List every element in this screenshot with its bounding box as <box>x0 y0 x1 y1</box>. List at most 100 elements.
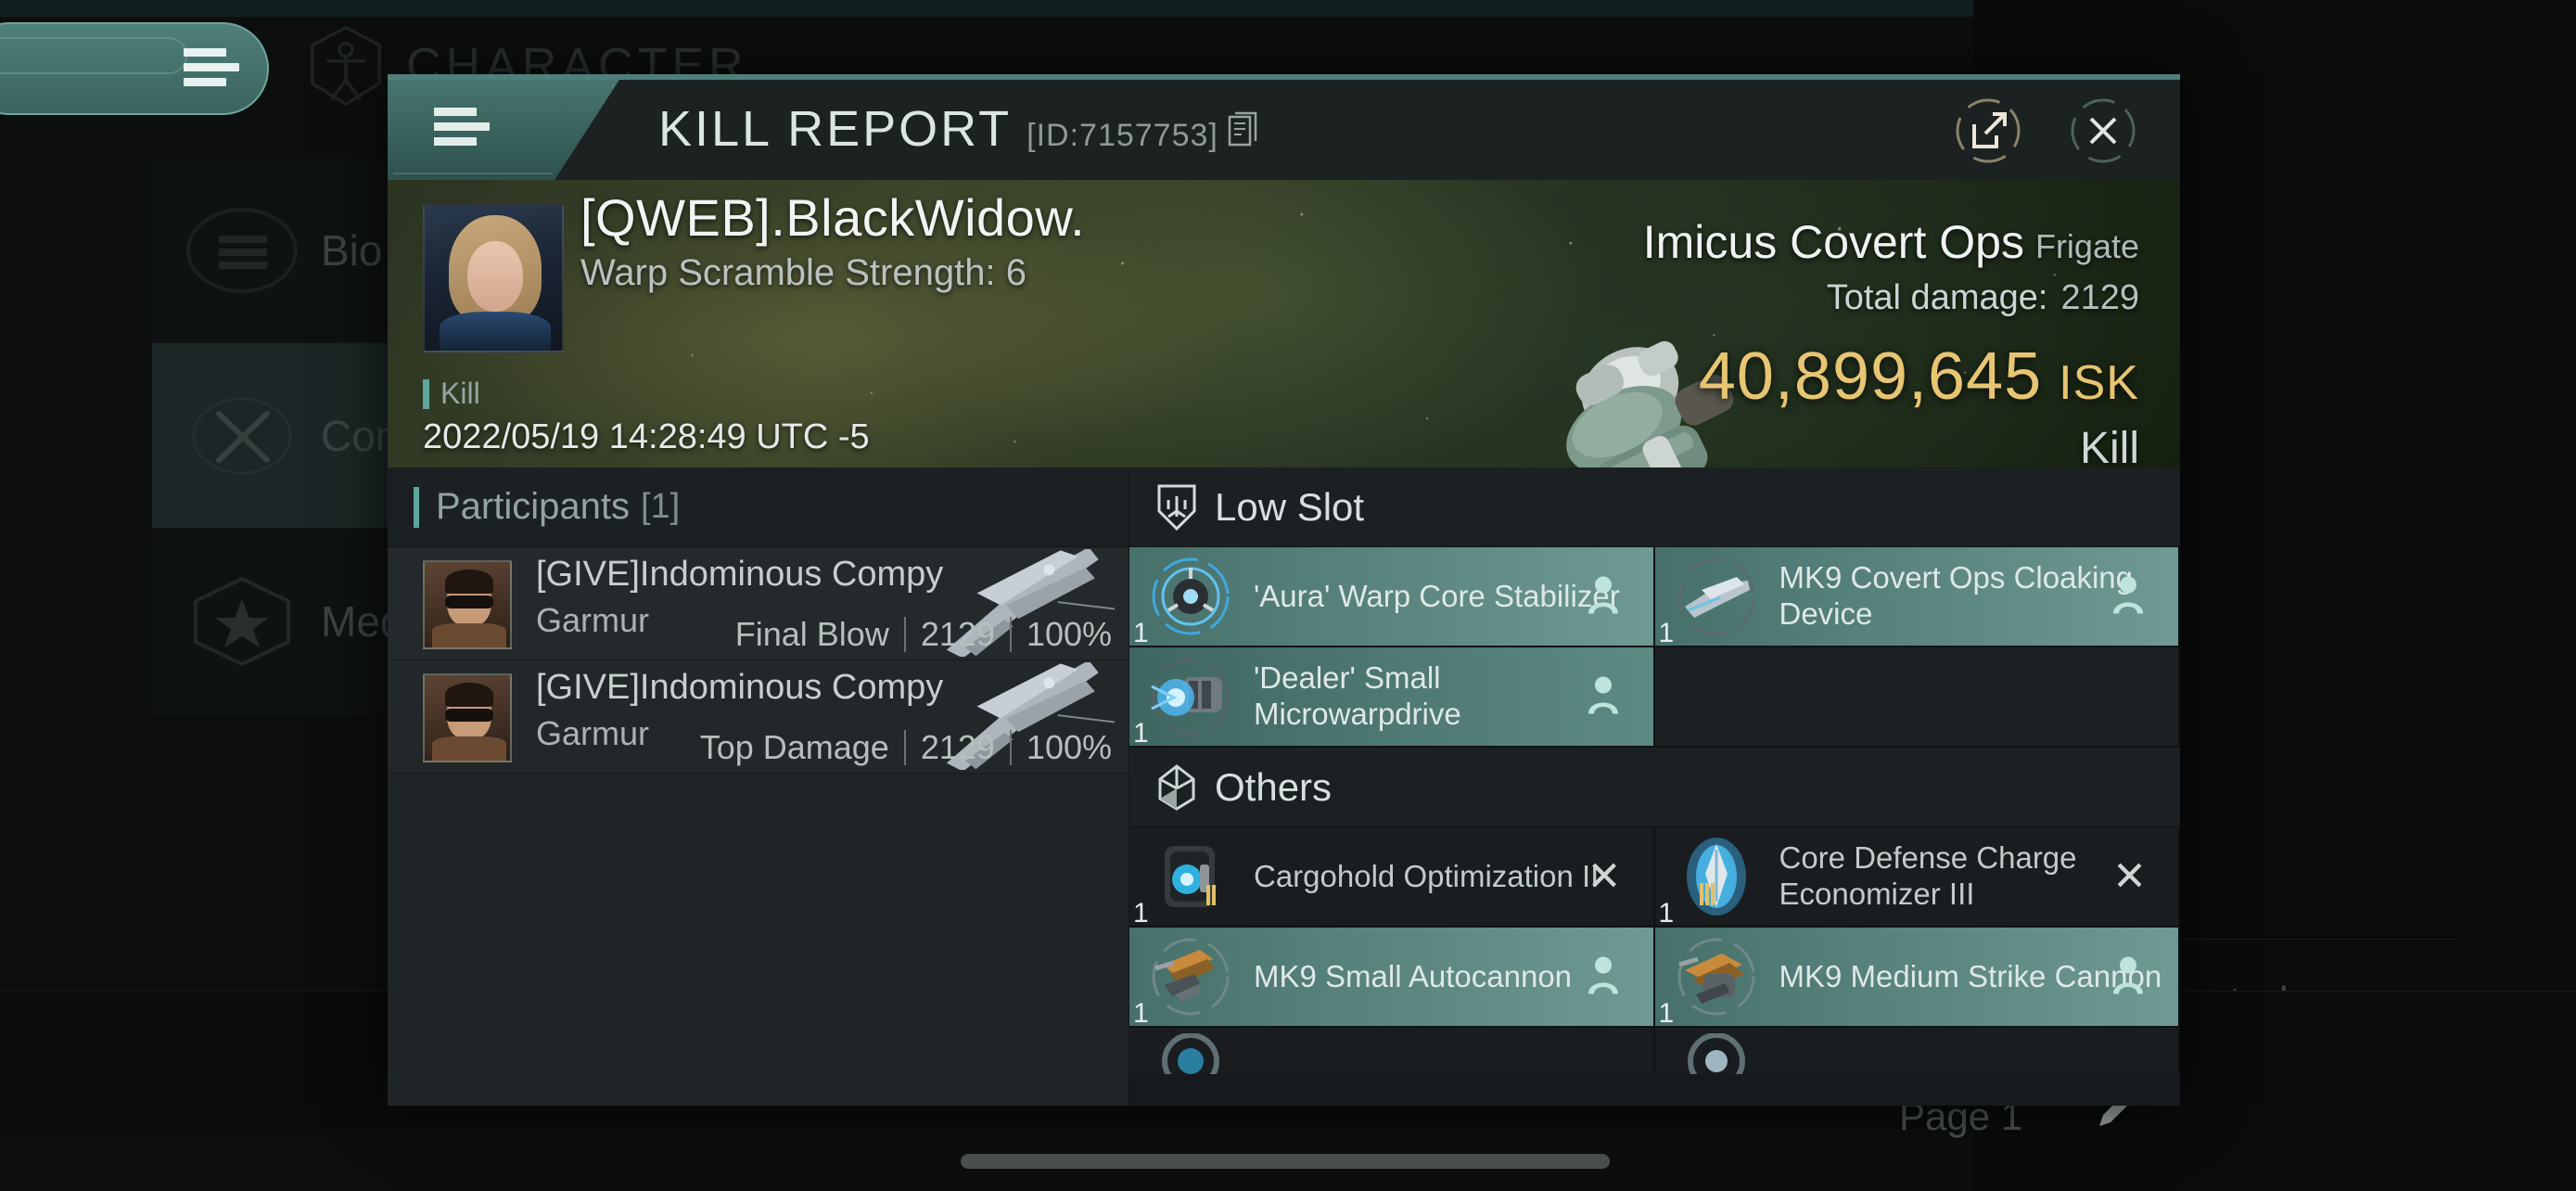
list-item[interactable]: 1 Cargohold Optimization II ✕ <box>1129 827 1655 928</box>
low-slot-title: Low Slot <box>1215 484 1365 529</box>
close-icon[interactable] <box>2065 93 2141 169</box>
participant-name: [GIVE]Indominous Compy <box>536 555 944 594</box>
result-word: Kill <box>2079 424 2139 467</box>
avatar[interactable] <box>423 204 564 352</box>
rig-icon <box>1668 1032 1765 1074</box>
horizontal-scrollbar[interactable] <box>961 1154 1610 1169</box>
item-quantity: 1 <box>1658 998 1675 1029</box>
low-slot-shield-icon <box>1155 483 1198 531</box>
item-name: Cargohold Optimization II <box>1254 858 1600 893</box>
cloaking-device-icon <box>1668 553 1765 640</box>
status-accent-bar <box>423 378 429 409</box>
participant-ship: Garmur <box>536 714 650 752</box>
person-icon <box>1585 954 1622 1001</box>
core-defense-rig-icon <box>1668 833 1765 920</box>
medium-strike-cannon-icon <box>1668 933 1765 1020</box>
page-title: KILL REPORT <box>658 101 1013 157</box>
list-item-partial[interactable] <box>1654 1028 2180 1074</box>
x-icon: ✕ <box>2112 853 2147 900</box>
avatar-face <box>467 241 523 312</box>
microwarpdrive-icon <box>1142 653 1239 740</box>
status-badge-label: Kill <box>440 377 480 410</box>
avatar-body <box>440 312 551 351</box>
item-quantity: 1 <box>1658 898 1675 928</box>
list-item[interactable]: 1 Core Defense Charge Economizer III ✕ <box>1654 827 2180 928</box>
list-item[interactable]: 1 'Dealer' Small Microwarpdrive <box>1129 647 1655 749</box>
others-header: Others <box>1129 748 2180 827</box>
hamburger-menu-icon[interactable] <box>434 108 490 152</box>
fitting-panel: Low Slot 1 'Aura' Warp Core Stabilizer 1… <box>1129 467 2180 1106</box>
pill-inner-outline <box>0 37 187 74</box>
list-item[interactable]: 1 MK9 Small Autocannon <box>1129 928 1655 1029</box>
participant-share: 100% <box>1026 728 1112 766</box>
kill-report-modal: KILL REPORT [ID:7157753] [QWEB].BlackWid… <box>388 74 2180 1106</box>
item-quantity: 1 <box>1658 618 1675 648</box>
participants-header: Participants [1] <box>388 467 1129 547</box>
sunglasses-icon <box>445 596 493 608</box>
item-quantity: 1 <box>1133 998 1149 1029</box>
cargohold-rig-icon <box>1142 833 1239 920</box>
avatar[interactable] <box>423 560 512 649</box>
participants-title: Participants <box>436 486 630 527</box>
crossed-swords-icon <box>184 388 300 484</box>
participant-role: Final Blow <box>734 615 889 653</box>
copy-icon[interactable] <box>1228 111 1259 147</box>
table-row[interactable]: [GIVE]Indominous Compy Garmur <box>388 546 1129 660</box>
modal-header: KILL REPORT [ID:7157753] <box>388 80 2180 180</box>
low-slot-items: 1 'Aura' Warp Core Stabilizer 1 MK9 Cove… <box>1129 547 2180 749</box>
participant-damage: 2129 <box>920 615 995 653</box>
total-damage-label: Total damage: <box>1826 278 2048 317</box>
participant-damage: 2129 <box>920 728 995 766</box>
person-icon <box>1585 573 1622 621</box>
modal-body: Participants [1] [GIVE]Indominous Compy … <box>388 467 2180 1106</box>
list-item[interactable]: 1 MK9 Medium Strike Cannon <box>1654 928 2180 1029</box>
person-icon <box>2110 573 2147 621</box>
victim-block <box>423 204 564 352</box>
total-damage-value: 2129 <box>2060 278 2139 317</box>
status-badge: Kill <box>423 377 480 411</box>
background-menu-pill[interactable] <box>0 22 269 115</box>
avatar[interactable] <box>423 673 512 762</box>
hamburger-menu-icon[interactable] <box>184 48 239 93</box>
victim-name: [QWEB].BlackWidow. <box>580 188 1086 247</box>
item-name: MK9 Small Autocannon <box>1254 958 1573 993</box>
item-quantity: 1 <box>1133 618 1149 648</box>
avatar-body <box>432 736 506 761</box>
kill-banner: [QWEB].BlackWidow. Warp Scramble Strengt… <box>388 180 2180 467</box>
participant-share: 100% <box>1026 615 1112 653</box>
share-external-icon[interactable] <box>1950 93 2026 169</box>
others-title: Others <box>1215 764 1333 809</box>
destroyed-ship-summary: Imicus Covert Ops Frigate Total damage: 21… <box>1643 215 2139 415</box>
person-icon <box>1585 673 1622 721</box>
x-icon: ✕ <box>1587 853 1622 900</box>
divider <box>1009 730 1012 765</box>
ship-name: Imicus Covert Ops <box>1642 216 2024 268</box>
list-item[interactable]: 1 MK9 Covert Ops Cloaking Device <box>1654 547 2180 648</box>
modal-menu-tab[interactable] <box>388 80 619 180</box>
ship-class: Frigate <box>2034 227 2139 265</box>
participants-panel: Participants [1] [GIVE]Indominous Compy … <box>388 467 1129 1106</box>
list-item-partial[interactable] <box>1129 1028 1655 1074</box>
participant-role: Top Damage <box>699 728 889 766</box>
isk-value: 40,899,645 ISK <box>1643 339 2139 415</box>
divider <box>1009 617 1012 652</box>
rig-icon <box>1142 1032 1239 1074</box>
divider <box>903 617 906 652</box>
kill-location: Oddelulf < Fittakan < Molden Heath <box>423 466 921 467</box>
modal-actions <box>1950 93 2141 169</box>
item-name: MK9 Medium Strike Cannon <box>1779 958 2162 993</box>
table-row[interactable]: [GIVE]Indominous Compy Garmur <box>388 660 1129 774</box>
star-badge-icon <box>184 573 300 670</box>
isk-unit: ISK <box>2059 356 2139 410</box>
participant-stats: Top Damage 2129 100% <box>700 728 1112 767</box>
small-autocannon-icon <box>1142 933 1239 1020</box>
participant-stats: Final Blow 2129 100% <box>735 615 1112 654</box>
low-slot-header: Low Slot <box>1129 467 2180 547</box>
person-icon <box>2110 954 2147 1001</box>
warp-scramble-strength: Warp Scramble Strength: 6 <box>580 252 1027 293</box>
avatar-hair <box>445 683 493 707</box>
kill-timestamp: 2022/05/19 14:28:49 UTC -5 <box>423 417 870 456</box>
participant-name: [GIVE]Indominous Compy <box>536 668 944 707</box>
participants-count: [1] <box>640 487 681 526</box>
list-item[interactable]: 1 'Aura' Warp Core Stabilizer <box>1129 547 1655 648</box>
